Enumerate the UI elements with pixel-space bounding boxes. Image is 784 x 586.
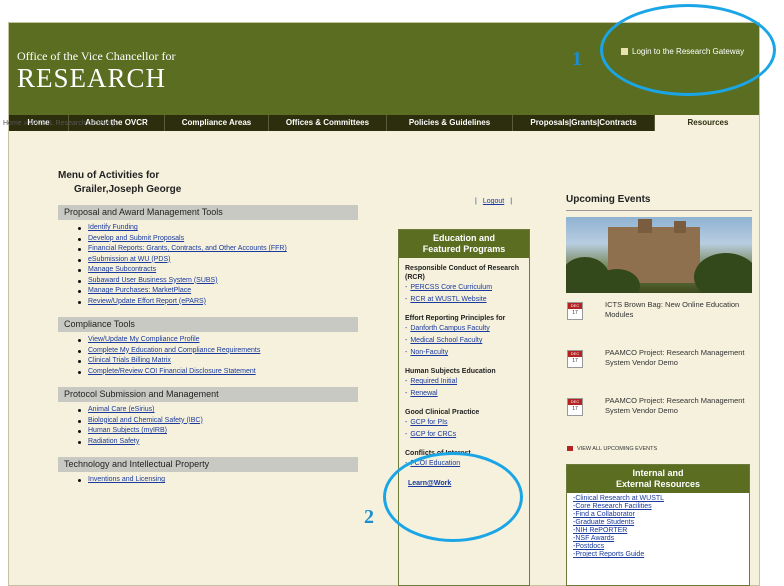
- section-proposal-award: Proposal and Award Management Tools Iden…: [58, 205, 358, 307]
- link-compliance-profile[interactable]: View/Update My Compliance Profile: [78, 335, 358, 346]
- section-compliance-tools: Compliance Tools View/Update My Complian…: [58, 317, 358, 377]
- link-esubmission[interactable]: eSubmission at WU (PDS): [78, 255, 358, 266]
- event-item[interactable]: DEC 17 PAAMCO Project: Research Managemen…: [567, 348, 753, 368]
- event-text[interactable]: PAAMCO Project: Research Management Syst…: [605, 396, 753, 416]
- link-core-facilities[interactable]: -Core Research Facilities: [573, 503, 743, 511]
- education-header: Education and Featured Programs: [399, 230, 529, 258]
- nav-offices[interactable]: Offices & Committees: [269, 115, 387, 131]
- link-education-requirements[interactable]: Complete My Education and Compliance Req…: [78, 346, 358, 357]
- link-radiation-safety[interactable]: Radiation Safety: [78, 437, 358, 448]
- link-epars[interactable]: Review/Update Effort Report (ePARS): [78, 297, 358, 308]
- annotation-circle: [600, 4, 776, 96]
- link-manage-subcontracts[interactable]: Manage Subcontracts: [78, 265, 358, 276]
- link-subs[interactable]: Subaward User Business System (SUBS): [78, 276, 358, 287]
- research-title[interactable]: RESEARCH: [17, 63, 166, 94]
- annotation-number: 1: [572, 48, 582, 70]
- link-myirb[interactable]: Human Subjects (myIRB): [78, 426, 358, 437]
- menu-title: Menu of Activities for: [58, 170, 160, 181]
- link-identify-funding[interactable]: Identify Funding: [78, 223, 358, 234]
- nav-resources[interactable]: Resources: [655, 115, 759, 131]
- link-rcr-website[interactable]: - RCR at WUSTL Website: [405, 294, 523, 306]
- link-nsf-awards[interactable]: -NSF Awards: [573, 535, 743, 543]
- education-title-line1: Education and: [432, 233, 495, 243]
- link-gcp-crcs[interactable]: - GCP for CRCs: [405, 429, 523, 441]
- event-item[interactable]: DEC 17 PAAMCO Project: Research Managemen…: [567, 396, 753, 416]
- link-required-initial[interactable]: - Required Initial: [405, 376, 523, 388]
- nav-compliance[interactable]: Compliance Areas: [165, 115, 269, 131]
- link-marketplace[interactable]: Manage Purchases: MarketPlace: [78, 286, 358, 297]
- breadcrumb: Home » WUSTL Research Gateway: [3, 120, 116, 127]
- effort-heading: Effort Reporting Principles for: [405, 315, 506, 322]
- event-item[interactable]: DEC 17 ICTS Brown Bag: New Online Educati…: [567, 300, 753, 320]
- campus-photo: [566, 217, 752, 293]
- logout-wrapper: | Logout |: [475, 198, 513, 205]
- section-title: Technology and Intellectual Property: [58, 457, 358, 472]
- link-non-faculty[interactable]: - Non-Faculty: [405, 347, 523, 359]
- link-project-reports[interactable]: -Project Reports Guide: [573, 551, 743, 559]
- link-ibc[interactable]: Biological and Chemical Safety (IBC): [78, 416, 358, 427]
- annotation-circle: [383, 452, 523, 542]
- view-all-events-link[interactable]: VIEW ALL UPCOMING EVENTS: [567, 446, 657, 452]
- resources-panel: Internal and External Resources -Clinica…: [566, 464, 750, 586]
- link-nih-reporter[interactable]: -NIH RePORTER: [573, 527, 743, 535]
- education-title-line2: Featured Programs: [422, 244, 506, 254]
- link-clinical-research[interactable]: -Clinical Research at WUSTL: [573, 495, 743, 503]
- resources-header: Internal and External Resources: [567, 465, 749, 493]
- link-find-collaborator[interactable]: -Find a Collaborator: [573, 511, 743, 519]
- human-subjects-heading: Human Subjects Education: [405, 368, 496, 375]
- section-title: Proposal and Award Management Tools: [58, 205, 358, 220]
- section-protocol: Protocol Submission and Management Anima…: [58, 387, 358, 447]
- link-graduate-students[interactable]: -Graduate Students: [573, 519, 743, 527]
- main-nav: Home About the OVCR Compliance Areas Off…: [9, 115, 759, 131]
- link-billing-matrix[interactable]: Clinical Trials Billing Matrix: [78, 356, 358, 367]
- office-title: Office of the Vice Chancellor for: [17, 49, 176, 63]
- tower-shape: [674, 221, 686, 233]
- logout-link[interactable]: Logout: [483, 198, 504, 205]
- section-title: Compliance Tools: [58, 317, 358, 332]
- tree-shape: [694, 253, 752, 293]
- link-danforth[interactable]: - Danforth Campus Faculty: [405, 323, 523, 335]
- calendar-icon: DEC 17: [567, 398, 583, 416]
- calendar-icon: DEC 17: [567, 302, 583, 320]
- link-gcp-pis[interactable]: - GCP for PIs: [405, 417, 523, 429]
- link-percss[interactable]: - PERCSS Core Curriculum: [405, 282, 523, 294]
- link-develop-proposals[interactable]: Develop and Submit Proposals: [78, 234, 358, 245]
- section-title: Protocol Submission and Management: [58, 387, 358, 402]
- nav-policies[interactable]: Policies & Guidelines: [387, 115, 513, 131]
- link-financial-reports[interactable]: Financial Reports: Grants, Contracts, an…: [78, 244, 358, 255]
- events-divider: [566, 210, 752, 211]
- resources-title-line1: Internal and: [632, 468, 684, 478]
- user-name: Grailer,Joseph George: [74, 184, 182, 195]
- events-icon: [567, 446, 573, 452]
- link-postdocs[interactable]: -Postdocs: [573, 543, 743, 551]
- link-inventions[interactable]: Inventions and Licensing: [78, 475, 358, 486]
- event-text[interactable]: PAAMCO Project: Research Management Syst…: [605, 348, 753, 368]
- upcoming-events-title: Upcoming Events: [566, 194, 651, 205]
- link-coi-disclosure[interactable]: Complete/Review COI Financial Disclosure…: [78, 367, 358, 378]
- gcp-heading: Good Clinical Practice: [405, 409, 480, 416]
- annotation-number: 2: [364, 506, 374, 528]
- link-medical-school[interactable]: - Medical School Faculty: [405, 335, 523, 347]
- link-animal-care[interactable]: Animal Care (eSirius): [78, 405, 358, 416]
- calendar-icon: DEC 17: [567, 350, 583, 368]
- nav-proposals[interactable]: Proposals|Grants|Contracts: [513, 115, 655, 131]
- event-text[interactable]: ICTS Brown Bag: New Online Education Mod…: [605, 300, 753, 320]
- resources-title-line2: External Resources: [615, 479, 701, 489]
- section-technology: Technology and Intellectual Property Inv…: [58, 457, 358, 486]
- rcr-heading: Responsible Conduct of Research (RCR): [405, 265, 519, 281]
- link-renewal[interactable]: - Renewal: [405, 388, 523, 400]
- tower-shape: [638, 219, 652, 233]
- activities-menu: Menu of Activities for Grailer,Joseph Ge…: [58, 170, 358, 486]
